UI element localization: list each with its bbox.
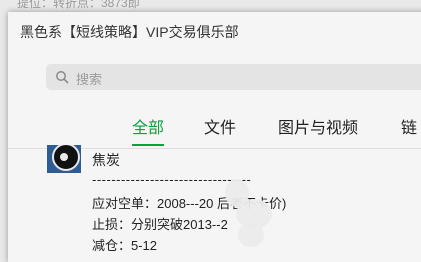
chat-history-window: 黑色系【短线策略】VIP交易俱乐部 搜索 全部 文件 图片与视频 链 焦炭 --…	[8, 12, 421, 262]
image-obscuring-blob	[238, 223, 264, 247]
search-input[interactable]: 搜索	[46, 64, 421, 90]
tab-all[interactable]: 全部	[132, 114, 164, 138]
tab-links[interactable]: 链	[401, 114, 417, 138]
message-line: 减仓：5-12	[92, 238, 158, 253]
tab-files[interactable]: 文件	[204, 114, 236, 138]
tab-bar: 全部 文件 图片与视频 链	[8, 112, 421, 146]
window-title: 黑色系【短线策略】VIP交易俱乐部	[20, 24, 239, 40]
sender-name: 焦炭	[92, 152, 120, 168]
tab-images-videos[interactable]: 图片与视频	[278, 114, 358, 138]
message-line: 止损：分别突破2013--2	[92, 217, 228, 232]
active-tab-indicator	[132, 144, 164, 146]
search-placeholder: 搜索	[76, 72, 103, 87]
avatar[interactable]	[47, 145, 81, 173]
search-icon	[56, 71, 69, 84]
background-window-text: 提位：转折点：3873即	[17, 0, 140, 10]
message-item[interactable]: 焦炭 --------------------------------- 应对空…	[8, 145, 421, 262]
